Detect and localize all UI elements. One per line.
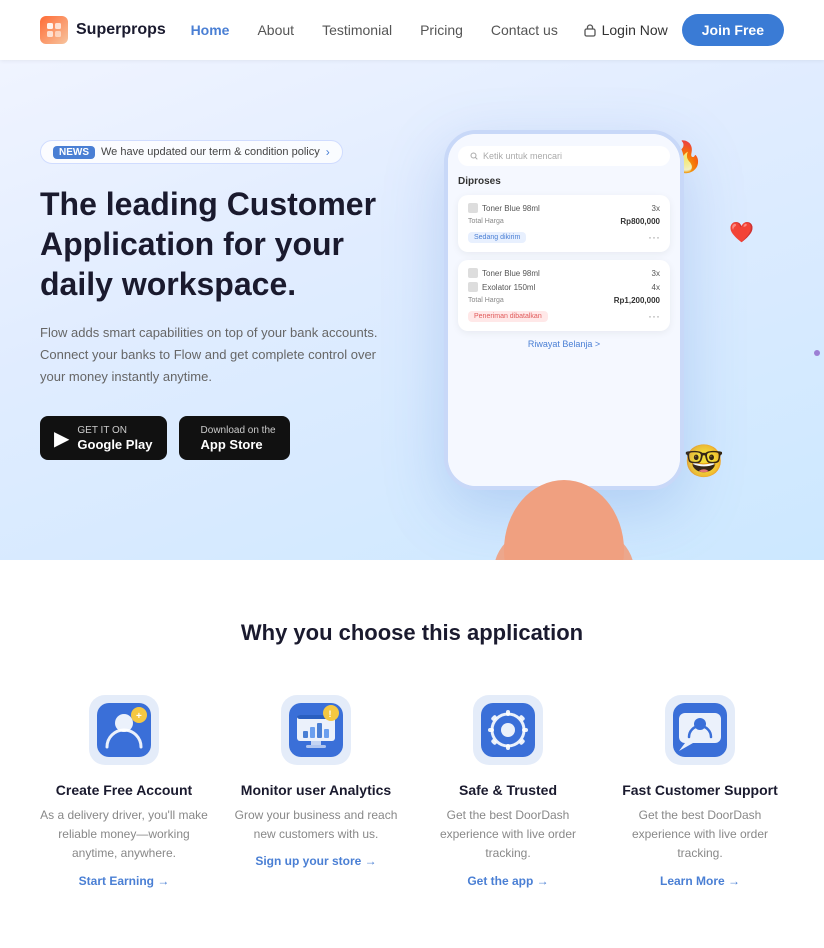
brand: Superprops: [40, 16, 166, 44]
safe-icon: [472, 694, 544, 766]
feature-1-title: Create Free Account: [56, 782, 192, 798]
feature-4-desc: Get the best DoorDash experience with li…: [616, 806, 784, 864]
brand-logo: [40, 16, 68, 44]
nav-pricing[interactable]: Pricing: [420, 22, 463, 38]
feature-safe: Safe & Trusted Get the best DoorDash exp…: [424, 694, 592, 888]
hero-description: Flow adds smart capabilities on top of y…: [40, 322, 384, 388]
phone-card-1: Toner Blue 98ml 3x Total Harga Rp800,000…: [458, 195, 670, 252]
nav-about[interactable]: About: [257, 22, 294, 38]
feature-analytics: ! Monitor user Analytics Grow your busin…: [232, 694, 400, 888]
dot-purple: [814, 350, 820, 356]
google-play-label: Google Play: [77, 437, 152, 452]
feature-create-account: + Create Free Account As a delivery driv…: [40, 694, 208, 888]
hero-title: The leading Customer Application for you…: [40, 184, 384, 304]
features-title: Why you choose this application: [40, 620, 784, 646]
support-icon: [664, 694, 736, 766]
phone-search-bar: Ketik untuk mencari: [458, 146, 670, 166]
app-buttons: ▶ GET IT ON Google Play Download on the …: [40, 416, 384, 460]
feature-3-link[interactable]: Get the app →: [467, 874, 548, 888]
news-text: We have updated our term & condition pol…: [101, 146, 320, 158]
app-store-label: App Store: [201, 437, 276, 452]
heart-emoji-right: ❤️: [729, 220, 754, 245]
google-play-button[interactable]: ▶ GET IT ON Google Play: [40, 416, 167, 460]
feature-1-desc: As a delivery driver, you'll make reliab…: [40, 806, 208, 864]
features-section: Why you choose this application + Create…: [0, 560, 824, 948]
feature-2-title: Monitor user Analytics: [241, 782, 391, 798]
feature-support: Fast Customer Support Get the best DoorD…: [616, 694, 784, 888]
features-grid: + Create Free Account As a delivery driv…: [40, 694, 784, 888]
news-tag: NEWS: [53, 146, 95, 159]
phone-item-1: Toner Blue 98ml 3x: [468, 203, 660, 213]
feature-3-desc: Get the best DoorDash experience with li…: [424, 806, 592, 864]
nav-links: Home About Testimonial Pricing Contact u…: [191, 22, 558, 38]
feature-2-desc: Grow your business and reach new custome…: [232, 806, 400, 844]
nav-contact[interactable]: Contact us: [491, 22, 558, 38]
phone-card-2: Toner Blue 98ml 3x Exolator 150ml 4x: [458, 260, 670, 331]
lock-icon: [583, 23, 597, 37]
phone-item-3: Exolator 150ml 4x: [468, 282, 660, 292]
brand-name: Superprops: [76, 21, 166, 39]
navbar: Superprops Home About Testimonial Pricin…: [0, 0, 824, 60]
app-store-button[interactable]: Download on the App Store: [179, 416, 290, 460]
feature-4-title: Fast Customer Support: [622, 782, 778, 798]
feature-4-link[interactable]: Learn More →: [660, 874, 740, 888]
nav-home[interactable]: Home: [191, 22, 230, 38]
feature-1-link[interactable]: Start Earning →: [79, 874, 170, 888]
hero-visual: 🔥 ❤️ 😎 ❤️ 🤓 Ketik untuk mencari Diproses: [384, 120, 784, 560]
feature-2-link[interactable]: Sign up your store →: [255, 854, 376, 868]
google-play-sub: GET IT ON: [77, 424, 152, 437]
analytics-icon: !: [280, 694, 352, 766]
feature-3-title: Safe & Trusted: [459, 782, 557, 798]
hero-section: NEWS We have updated our term & conditio…: [0, 60, 824, 560]
nav-testimonial[interactable]: Testimonial: [322, 22, 392, 38]
phone-item-2: Toner Blue 98ml 3x: [468, 268, 660, 278]
news-arrow-icon: ›: [326, 145, 330, 159]
news-badge[interactable]: NEWS We have updated our term & conditio…: [40, 140, 343, 164]
login-button[interactable]: Login Now: [583, 22, 668, 38]
app-store-sub: Download on the: [201, 424, 276, 437]
svg-text:+: +: [136, 711, 142, 722]
join-button[interactable]: Join Free: [682, 14, 784, 46]
hero-content: NEWS We have updated our term & conditio…: [40, 120, 384, 460]
phone-mockup: Ketik untuk mencari Diproses Toner Blue …: [424, 130, 704, 490]
create-account-icon: +: [88, 694, 160, 766]
nav-actions: Login Now Join Free: [583, 14, 784, 46]
svg-text:!: !: [329, 709, 332, 719]
google-play-icon: ▶: [54, 426, 69, 451]
